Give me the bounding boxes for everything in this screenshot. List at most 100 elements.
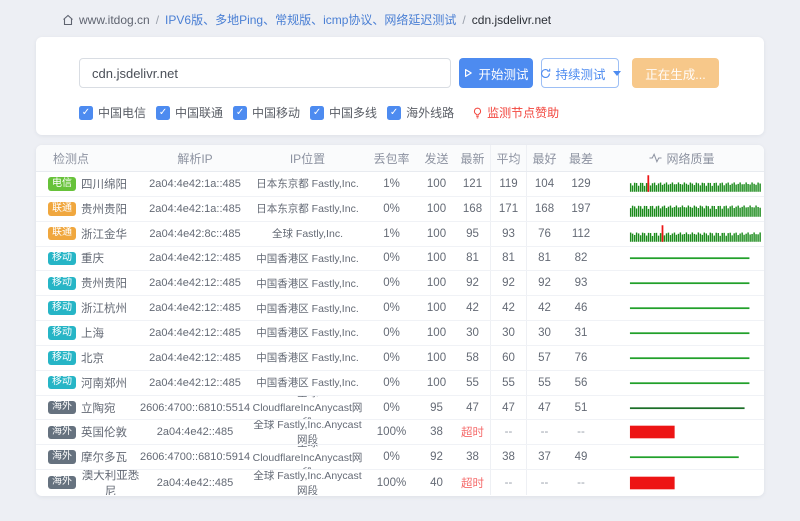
breadcrumb-separator: /: [156, 13, 159, 27]
cell-average: 81: [490, 247, 527, 271]
node-city: 四川绵阳: [81, 176, 127, 192]
cell-network-quality-sparkline: [600, 197, 764, 221]
cell-sent: 100: [418, 172, 455, 196]
cell-network-quality-sparkline: [600, 222, 764, 246]
cell-network-quality-sparkline: [600, 296, 764, 320]
start-test-label: 开始测试: [478, 64, 528, 83]
cell-sent: 92: [418, 445, 455, 469]
cell-latest: 30: [455, 321, 490, 345]
header-col-latest: 最新: [455, 145, 490, 171]
cell-ip-location: 中国香港区 Fastly,Inc.: [250, 271, 365, 295]
generating-button[interactable]: 正在生成...: [632, 58, 719, 88]
node-city: 上海: [81, 325, 104, 341]
cell-worst: 76: [562, 346, 600, 370]
cell-ip-location: 中国香港区 Fastly,Inc.: [250, 321, 365, 345]
cell-resolved-ip: 2a04:4e42:12::485: [140, 321, 250, 345]
cell-loss-rate: 0%: [365, 396, 418, 420]
cell-sent: 40: [418, 470, 455, 495]
cell-average: 47: [490, 396, 527, 420]
node-city: 英国伦敦: [81, 424, 127, 440]
isp-badge: 海外: [48, 476, 76, 490]
play-icon: [463, 68, 473, 78]
cell-resolved-ip: 2a04:4e42::485: [140, 470, 250, 495]
continuous-test-button[interactable]: 持续测试: [541, 58, 619, 88]
cell-ip-location: 全球 CloudflareIncAnycast网段: [250, 445, 365, 469]
cell-average: 42: [490, 296, 527, 320]
cell-network-quality-sparkline: [600, 470, 764, 495]
cell-node: 联通贵州贵阳: [36, 197, 140, 221]
cell-average: 55: [490, 371, 527, 395]
cell-worst: --: [562, 420, 600, 444]
header-col-network-quality: 网络质量: [600, 145, 764, 171]
cell-best: 47: [527, 396, 562, 420]
filter-label: 中国多线: [329, 104, 377, 121]
filter-checkbox-item[interactable]: ✓中国移动: [233, 104, 300, 121]
breadcrumb-home[interactable]: www.itdog.cn: [79, 13, 150, 27]
node-city: 北京: [81, 350, 104, 366]
filter-label: 中国联通: [175, 104, 223, 121]
checkbox-checked-icon[interactable]: ✓: [233, 106, 247, 120]
checkbox-checked-icon[interactable]: ✓: [79, 106, 93, 120]
isp-badge: 移动: [48, 351, 76, 365]
cell-average: 60: [490, 346, 527, 370]
cell-latest: 38: [455, 445, 490, 469]
sponsor-link[interactable]: 监测节点赞助: [472, 104, 559, 121]
cell-best: 168: [527, 197, 562, 221]
cell-loss-rate: 0%: [365, 197, 418, 221]
start-test-button[interactable]: 开始测试: [459, 58, 533, 88]
isp-badge: 移动: [48, 326, 76, 340]
filter-checkbox-item[interactable]: ✓中国电信: [79, 104, 146, 121]
cell-resolved-ip: 2a04:4e42:1a::485: [140, 172, 250, 196]
filter-list: ✓中国电信✓中国联通✓中国移动✓中国多线✓海外线路监测节点赞助: [79, 104, 721, 121]
cell-loss-rate: 0%: [365, 371, 418, 395]
node-city: 摩尔多瓦: [81, 449, 127, 465]
filter-checkbox-item[interactable]: ✓ 中国联通: [156, 104, 223, 121]
cell-network-quality-sparkline: [600, 172, 764, 196]
breadcrumb-current: cdn.jsdelivr.net: [472, 13, 551, 27]
cell-resolved-ip: 2a04:4e42:8c::485: [140, 222, 250, 246]
refresh-icon: [540, 68, 551, 79]
cell-node: 海外摩尔多瓦: [36, 445, 140, 469]
cell-sent: 100: [418, 296, 455, 320]
cell-resolved-ip: 2a04:4e42:12::485: [140, 371, 250, 395]
cell-network-quality-sparkline: [600, 396, 764, 420]
cell-ip-location: 中国香港区 Fastly,Inc.: [250, 296, 365, 320]
table-row: 移动北京2a04:4e42:12::485中国香港区 Fastly,Inc.0%…: [36, 346, 764, 371]
cell-ip-location: 中国香港区 Fastly,Inc.: [250, 247, 365, 271]
checkbox-checked-icon[interactable]: ✓: [156, 106, 170, 120]
checkbox-checked-icon[interactable]: ✓: [387, 106, 401, 120]
cell-sent: 100: [418, 222, 455, 246]
cell-average: 30: [490, 321, 527, 345]
cell-ip-location: 全球 Fastly,Inc.: [250, 222, 365, 246]
cell-latest: 超时: [455, 470, 490, 495]
table-row: 电信四川绵阳2a04:4e42:1a::485日本东京都 Fastly,Inc.…: [36, 172, 764, 197]
cell-loss-rate: 0%: [365, 445, 418, 469]
isp-badge: 移动: [48, 301, 76, 315]
target-host-input[interactable]: [79, 58, 451, 88]
cell-average: --: [490, 470, 527, 495]
node-city: 河南郑州: [81, 375, 127, 391]
filter-checkbox-item[interactable]: ✓ 中国多线: [310, 104, 377, 121]
cell-loss-rate: 1%: [365, 172, 418, 196]
cell-loss-rate: 0%: [365, 247, 418, 271]
node-city: 浙江杭州: [81, 300, 127, 316]
header-label: 最好: [532, 150, 556, 167]
cell-best: 81: [527, 247, 562, 271]
node-city: 澳大利亚悉尼: [81, 470, 140, 495]
breadcrumb-section-link[interactable]: IPV6版、多地Ping、常规版、icmp协议、网络延迟测试: [165, 11, 456, 28]
checkbox-checked-icon[interactable]: ✓: [310, 106, 324, 120]
cell-worst: 56: [562, 371, 600, 395]
breadcrumb-separator: /: [462, 13, 465, 27]
generating-label: 正在生成...: [645, 64, 705, 83]
cell-ip-location: 全球 Fastly,Inc.Anycast网段: [250, 420, 365, 444]
cell-node: 移动贵州贵阳: [36, 271, 140, 295]
cell-resolved-ip: 2a04:4e42:12::485: [140, 247, 250, 271]
cell-latest: 81: [455, 247, 490, 271]
isp-badge: 电信: [48, 177, 76, 191]
cell-resolved-ip: 2a04:4e42:12::485: [140, 271, 250, 295]
filter-checkbox-item[interactable]: ✓海外线路: [387, 104, 454, 121]
cell-sent: 100: [418, 271, 455, 295]
cell-resolved-ip: 2606:4700::6810:5914: [140, 445, 250, 469]
cell-sent: 100: [418, 346, 455, 370]
isp-badge: 海外: [48, 450, 76, 464]
